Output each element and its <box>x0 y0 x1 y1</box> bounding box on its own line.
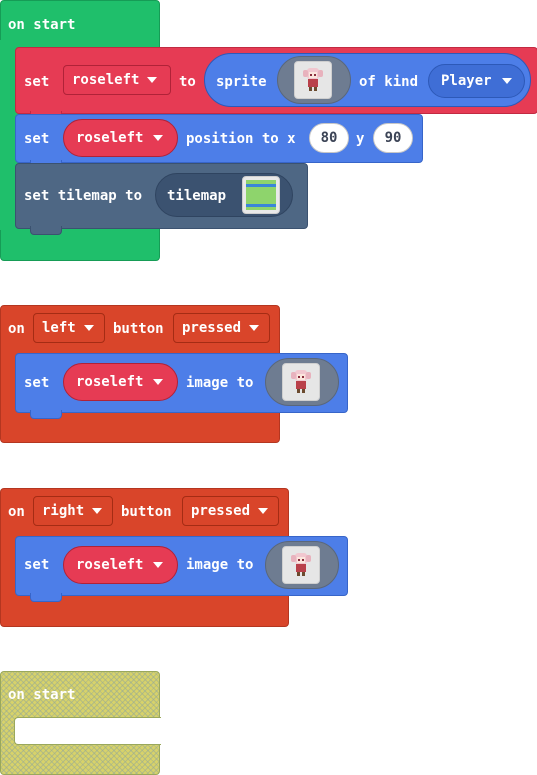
set-keyword: set <box>24 131 50 147</box>
event-name: pressed <box>191 503 251 519</box>
chevron-down-icon <box>153 379 164 385</box>
set-keyword: set <box>24 557 50 573</box>
variable-name: roseleft <box>76 130 144 146</box>
on-start-label: on start <box>8 17 76 33</box>
position-to-x-keyword: position to x <box>186 131 296 147</box>
set-image-notch <box>30 593 62 602</box>
chevron-down-icon <box>153 135 164 141</box>
y-keyword: y <box>356 131 365 147</box>
chevron-down-icon <box>249 325 260 331</box>
event-name: pressed <box>182 320 242 336</box>
variable-name: roseleft <box>76 374 144 390</box>
variable-dropdown[interactable]: roseleft <box>63 65 171 95</box>
set-keyword: set <box>24 74 50 90</box>
variable-dropdown[interactable]: roseleft <box>63 546 178 584</box>
kind-dropdown[interactable]: Player <box>428 64 525 98</box>
y-value-input[interactable]: 90 <box>373 123 413 153</box>
variable-name: roseleft <box>72 72 140 88</box>
button-name: left <box>42 320 76 336</box>
kind-value: Player <box>441 73 492 89</box>
chevron-down-icon <box>147 77 158 83</box>
button-keyword: button <box>121 504 172 520</box>
variable-name: roseleft <box>76 557 144 573</box>
rose-sprite-icon <box>282 363 320 401</box>
of-kind-keyword: of kind <box>359 74 419 90</box>
image-to-keyword: image to <box>186 375 254 391</box>
set-image-notch <box>30 410 62 419</box>
set-tilemap-keyword: set tilemap to <box>24 188 143 204</box>
chevron-down-icon <box>501 78 512 84</box>
tilemap-icon[interactable] <box>242 176 280 214</box>
button-dropdown[interactable]: right <box>33 496 113 526</box>
on-start-body <box>0 40 14 230</box>
button-keyword: button <box>113 321 164 337</box>
chevron-down-icon <box>258 508 269 514</box>
set-tilemap-notch <box>30 226 62 235</box>
event-dropdown[interactable]: pressed <box>182 496 279 526</box>
chevron-down-icon <box>153 562 164 568</box>
sprite-keyword: sprite <box>216 74 267 90</box>
rose-sprite-icon <box>282 546 320 584</box>
variable-dropdown[interactable]: roseleft <box>63 363 178 401</box>
chevron-down-icon <box>83 325 94 331</box>
empty-statement-slot <box>14 717 161 745</box>
on-keyword: on <box>8 504 25 520</box>
rose-sprite-icon <box>294 61 332 99</box>
x-value-input[interactable]: 80 <box>309 123 349 153</box>
on-keyword: on <box>8 321 25 337</box>
chevron-down-icon <box>92 508 103 514</box>
set-keyword: set <box>24 375 50 391</box>
button-dropdown[interactable]: left <box>33 313 105 343</box>
variable-dropdown[interactable]: roseleft <box>63 119 178 157</box>
on-start-label: on start <box>8 687 76 703</box>
event-dropdown[interactable]: pressed <box>173 313 270 343</box>
button-name: right <box>42 503 85 519</box>
to-keyword: to <box>179 74 196 90</box>
image-to-keyword: image to <box>186 557 254 573</box>
tilemap-keyword: tilemap <box>167 188 227 204</box>
